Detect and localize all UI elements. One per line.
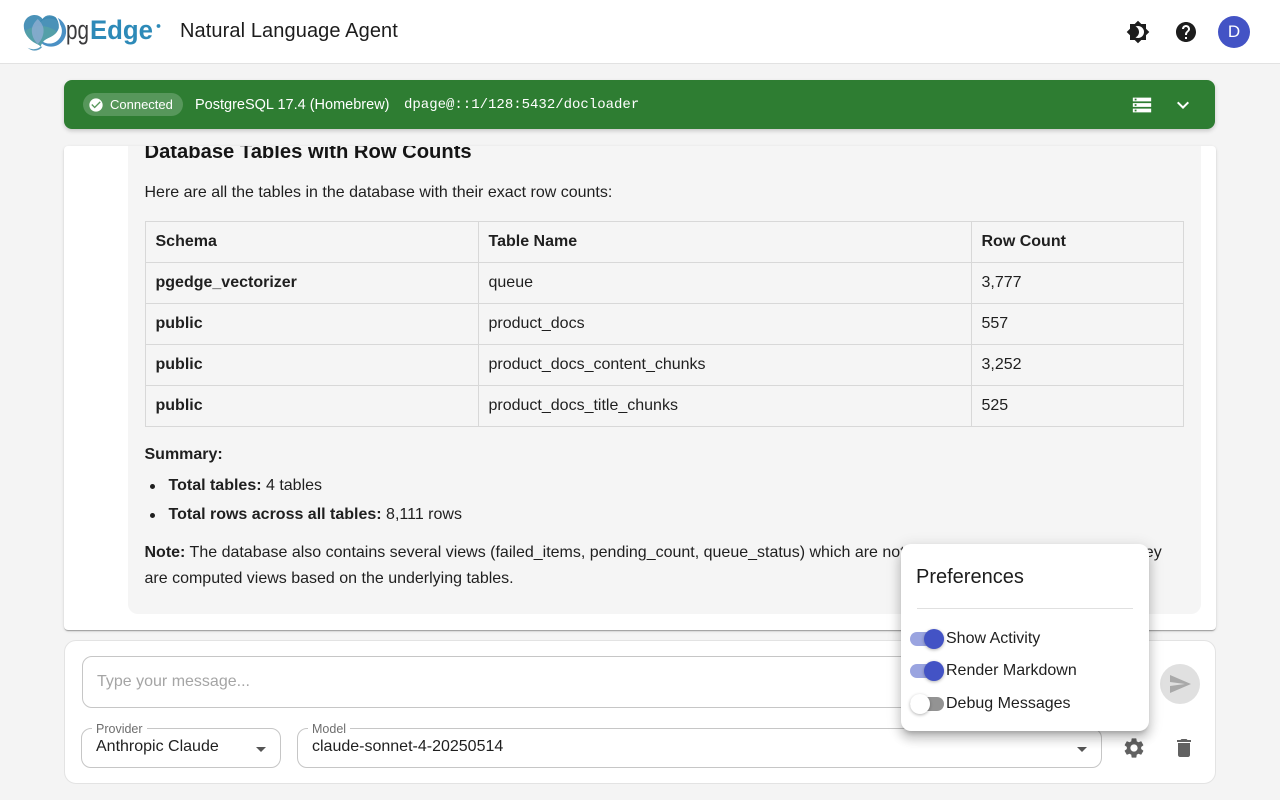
svg-text:pg: pg [66, 15, 89, 45]
svg-text:Edge: Edge [90, 15, 153, 45]
